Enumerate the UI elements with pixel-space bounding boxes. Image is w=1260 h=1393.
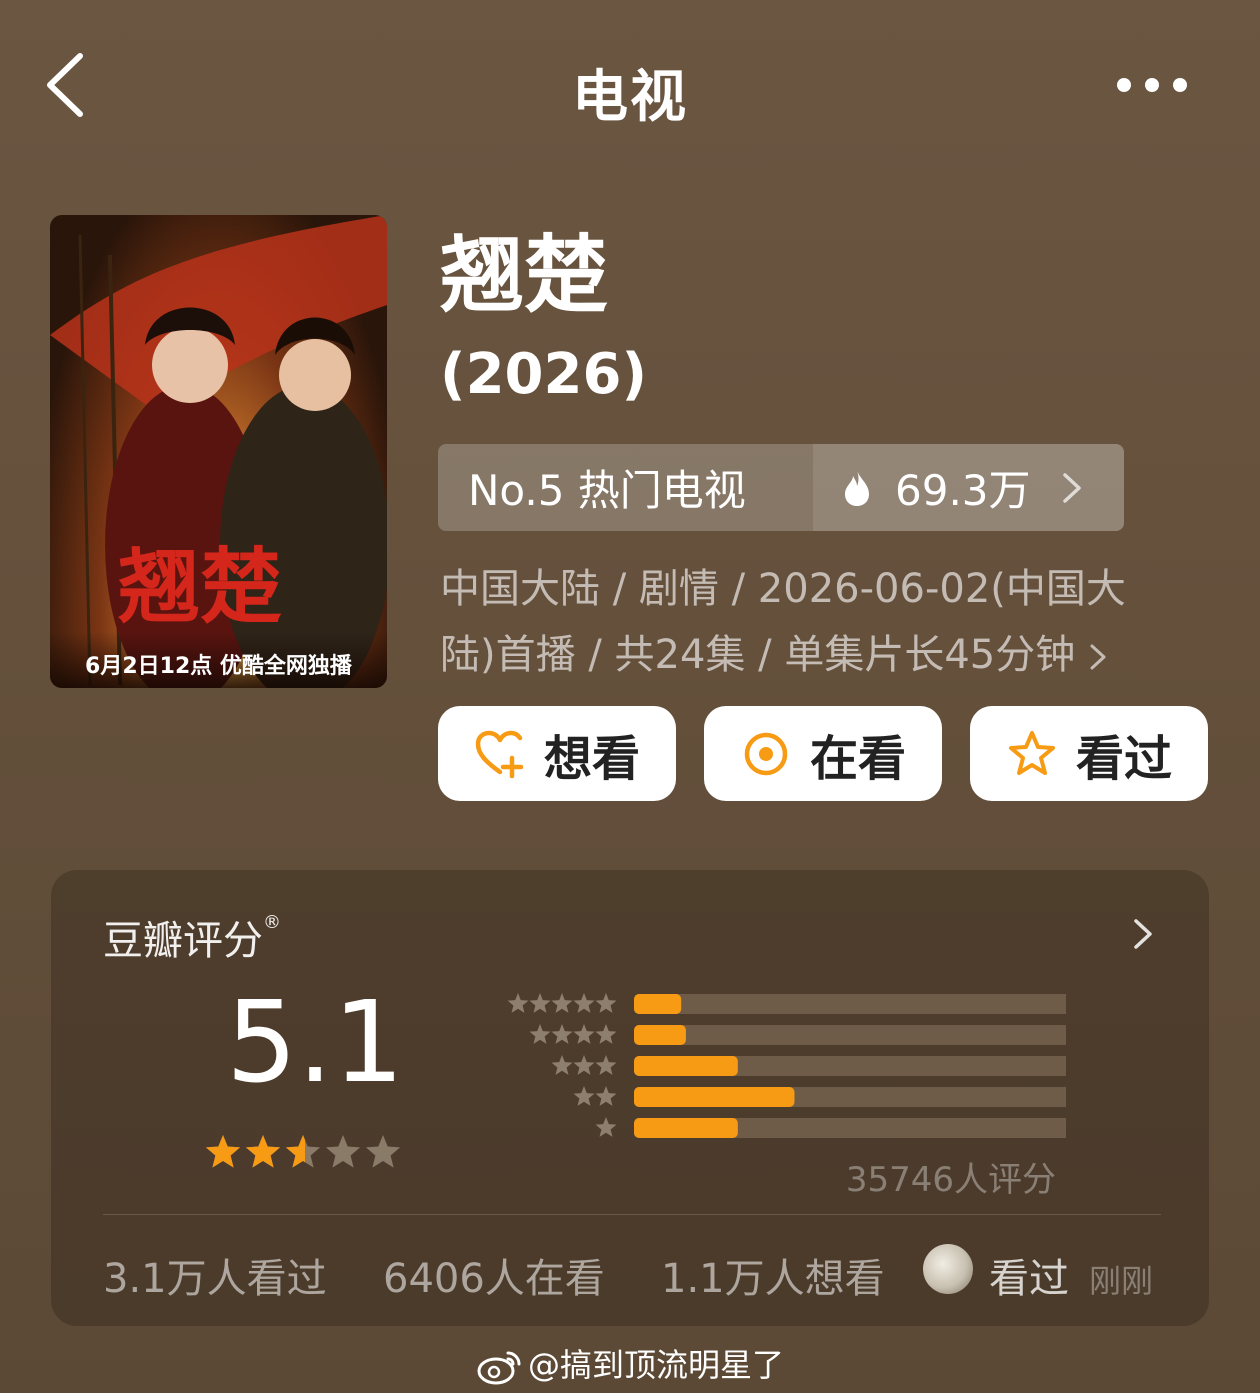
distribution-bar-4 — [634, 1025, 686, 1045]
watching-label: 在看 — [809, 730, 906, 787]
want-label: 想看 — [543, 730, 640, 787]
star-outline-icon — [1008, 730, 1055, 775]
show-year: (2026) — [440, 342, 648, 407]
rank-label[interactable]: No.5 热门电视 — [438, 444, 813, 531]
distribution-star-4 — [573, 1024, 595, 1044]
distribution-star-2 — [573, 1086, 595, 1106]
info-line-2: 陆)首播 / 共24集 / 单集片长45分钟 — [440, 632, 1076, 678]
chevron-right-icon — [1090, 644, 1106, 670]
heat-section[interactable]: 69.3万 — [813, 444, 1124, 531]
distribution-star-4 — [595, 1024, 617, 1044]
distribution-bar-5 — [634, 994, 682, 1014]
more-dots-icon[interactable] — [1112, 70, 1192, 100]
watched-count[interactable]: 3.1万人看过 — [103, 1246, 327, 1304]
watermark: @搞到顶流明星了 — [0, 1340, 1260, 1386]
my-status: 看过 — [989, 1256, 1069, 1302]
avatar[interactable] — [923, 1244, 973, 1294]
show-info[interactable]: 中国大陆 / 剧情 / 2026-06-02(中国大 陆)首播 / 共24集 /… — [440, 556, 1200, 688]
distribution-bar-2 — [634, 1087, 795, 1107]
rank-text: No.5 热门电视 — [468, 466, 746, 515]
weibo-logo-icon — [477, 1351, 521, 1385]
info-line-1: 中国大陆 / 剧情 / 2026-06-02(中国大 — [440, 566, 1126, 612]
rating-title-text: 豆瓣评分 — [103, 918, 263, 964]
distribution-bar-1 — [634, 1118, 738, 1138]
show-title: 翘楚 — [440, 226, 609, 324]
watched-button[interactable]: 看过 — [970, 706, 1208, 801]
poster-art-title: 翘楚 — [118, 539, 282, 635]
rating-score: 5.1 — [226, 978, 405, 1108]
registered-mark: ® — [263, 912, 281, 933]
distribution-star-3 — [551, 1055, 573, 1075]
distribution-star-2 — [595, 1086, 617, 1106]
watching-target-icon — [744, 732, 788, 775]
distribution-star-5 — [595, 993, 617, 1013]
distribution-star-5 — [573, 993, 595, 1013]
watching-button[interactable]: 在看 — [704, 706, 942, 801]
flame-icon — [845, 469, 869, 506]
score-star-empty — [365, 1135, 401, 1168]
want-count[interactable]: 1.1万人想看 — [661, 1246, 885, 1304]
watched-label: 看过 — [1075, 730, 1172, 787]
poster-image[interactable]: 翘楚 6月2日12点 优酷全网独播 — [50, 215, 387, 688]
score-star-filled — [245, 1135, 281, 1168]
info-line-2-wrap: 陆)首播 / 共24集 / 单集片长45分钟 — [440, 622, 1200, 688]
my-status-time: 刚刚 — [1089, 1262, 1154, 1300]
distribution-star-5 — [551, 993, 573, 1013]
poster-caption: 6月2日12点 优酷全网独播 — [50, 632, 387, 688]
watermark-text: @搞到顶流明星了 — [527, 1346, 784, 1384]
want-to-watch-button[interactable]: 想看 — [438, 706, 676, 801]
divider — [103, 1214, 1161, 1215]
rank-heat-pill[interactable]: No.5 热门电视 69.3万 — [438, 444, 1124, 531]
heat-value: 69.3万 — [895, 466, 1031, 515]
score-star-empty — [325, 1135, 361, 1168]
chevron-right-icon — [1062, 472, 1081, 503]
distribution-star-5 — [507, 993, 529, 1013]
distribution-star-1 — [595, 1117, 617, 1137]
score-star-filled — [205, 1135, 241, 1168]
poster-art: 翘楚 — [50, 215, 387, 688]
distribution-star-5 — [529, 993, 551, 1013]
watching-count[interactable]: 6406人在看 — [383, 1246, 605, 1304]
distribution-star-4 — [551, 1024, 573, 1044]
distribution-star-3 — [595, 1055, 617, 1075]
distribution-bar-3 — [634, 1056, 738, 1076]
rating-distribution — [507, 993, 1066, 1138]
distribution-star-3 — [573, 1055, 595, 1075]
distribution-track-4 — [634, 1025, 1066, 1045]
page-title: 电视 — [572, 65, 688, 130]
rating-card[interactable]: 豆瓣评分® 5.1 35746人评分 3.1万人看过 6406人在看 1.1万人… — [51, 870, 1209, 1326]
chevron-right-icon[interactable] — [1133, 918, 1153, 950]
distribution-star-4 — [529, 1024, 551, 1044]
rating-title: 豆瓣评分® — [103, 908, 281, 966]
distribution-track-5 — [634, 994, 1066, 1014]
score-stars — [205, 1135, 401, 1168]
rating-count: 35746人评分 — [845, 1160, 1056, 1200]
heart-plus-icon — [475, 730, 524, 778]
